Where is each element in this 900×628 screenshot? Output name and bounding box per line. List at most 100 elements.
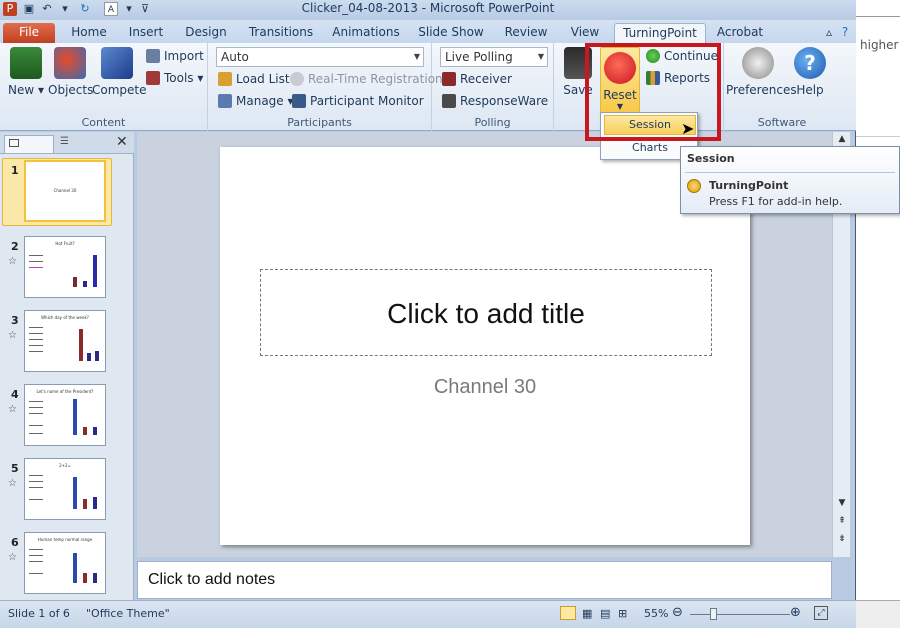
- slides-icon: [9, 139, 19, 147]
- tab-animations[interactable]: Animations: [330, 23, 402, 43]
- tab-slide-show[interactable]: Slide Show: [416, 23, 486, 43]
- close-pane-icon[interactable]: ✕: [116, 134, 128, 150]
- powerpoint-window: P ▣ ↶ ▾ ↻ A ▾ ⊽ Clicker_04-08-2013 - Mic…: [0, 0, 856, 628]
- previous-slide-icon[interactable]: ⇞: [834, 514, 850, 528]
- import-icon: [146, 49, 160, 63]
- group-label-software: Software: [757, 116, 807, 129]
- outline-icon[interactable]: ☰: [60, 136, 69, 147]
- tab-transitions[interactable]: Transitions: [246, 23, 316, 43]
- slideshow-icon[interactable]: ⊞: [618, 607, 627, 620]
- group-content: New ▾ Objects Compete Import Tools ▾ Con…: [0, 43, 208, 131]
- load-list-button[interactable]: Load List: [218, 69, 290, 89]
- manage-icon: [218, 94, 232, 108]
- monitor-icon: [292, 94, 306, 108]
- minimize-ribbon-icon[interactable]: ▵: [822, 23, 836, 43]
- scroll-down-icon[interactable]: ▼: [834, 496, 850, 510]
- polling-mode-combo[interactable]: Live Polling ▼: [440, 47, 548, 67]
- group-participants: Auto ▼ Load List Real-Time Registration M…: [208, 43, 443, 131]
- current-slide: Click to add title Channel 30: [220, 147, 750, 545]
- scroll-up-icon[interactable]: ▲: [834, 132, 850, 146]
- turningpoint-icon: [687, 179, 701, 193]
- responseware-icon: [442, 94, 456, 108]
- load-list-icon: [218, 72, 232, 86]
- zoom-slider[interactable]: [690, 614, 790, 615]
- group-software: Preferences ? Help Software: [724, 43, 840, 131]
- animation-star-icon: ☆: [8, 552, 17, 563]
- tab-acrobat[interactable]: Acrobat: [712, 23, 768, 43]
- highlight-box: [585, 43, 721, 141]
- slide-thumbnail-4[interactable]: 4 ☆ Let's name of the President?: [0, 382, 134, 452]
- chevron-down-icon: ▼: [537, 52, 544, 61]
- gear-icon: [742, 47, 774, 79]
- receiver-button[interactable]: Receiver: [442, 69, 512, 89]
- group-label-polling: Polling: [474, 116, 511, 129]
- group-label-participants: Participants: [287, 116, 352, 129]
- help-icon[interactable]: ?: [838, 23, 852, 43]
- tab-slides[interactable]: [4, 135, 54, 153]
- preferences-button[interactable]: Preferences: [726, 47, 797, 97]
- notes-pane[interactable]: Click to add notes: [137, 561, 832, 599]
- title-placeholder[interactable]: Click to add title: [260, 269, 712, 356]
- session-tooltip: Session TurningPoint Press F1 for add-in…: [680, 146, 900, 214]
- realtime-registration-button[interactable]: Real-Time Registration: [290, 69, 443, 89]
- mouse-cursor-icon: ➤: [681, 119, 695, 138]
- receiver-icon: [442, 72, 456, 86]
- tab-review[interactable]: Review: [500, 23, 552, 43]
- fit-to-window-icon[interactable]: ⤢: [814, 606, 828, 620]
- objects-button[interactable]: Objects: [48, 47, 93, 97]
- slide-thumbnail-6[interactable]: 6 ☆ Human temp normal range: [0, 530, 134, 600]
- zoom-out-icon[interactable]: ⊖: [672, 605, 683, 620]
- tab-home[interactable]: Home: [68, 23, 110, 43]
- window-title: Clicker_04-08-2013 - Microsoft PowerPoin…: [301, 1, 555, 15]
- animation-star-icon: ☆: [8, 404, 17, 415]
- animation-star-icon: ☆: [8, 330, 17, 341]
- reading-view-icon[interactable]: ▤: [600, 607, 610, 620]
- participant-list-combo[interactable]: Auto ▼: [216, 47, 424, 67]
- question-mark-icon: ?: [794, 47, 826, 79]
- slide-thumbnail-2[interactable]: 2 ☆ Hot Fruit?: [0, 234, 134, 304]
- slide-thumbnail-3[interactable]: 3 ☆ Which day of the week?: [0, 308, 134, 378]
- slide-counter: Slide 1 of 6: [8, 607, 70, 620]
- objects-icon: [54, 47, 86, 79]
- normal-view-icon[interactable]: [560, 606, 576, 620]
- new-button[interactable]: New ▾: [4, 47, 48, 97]
- ribbon: New ▾ Objects Compete Import Tools ▾ Con…: [0, 43, 856, 131]
- theme-name: "Office Theme": [86, 607, 170, 620]
- slides-pane: ☰ ✕ 1 Channel 30 2 ☆ Hot Fruit? 3 ☆ Whic…: [0, 132, 134, 600]
- title-bar: P ▣ ↶ ▾ ↻ A ▾ ⊽ Clicker_04-08-2013 - Mic…: [0, 0, 856, 20]
- background-text: higher: [860, 38, 899, 52]
- slide-sorter-icon[interactable]: ▦: [582, 607, 592, 620]
- animation-star-icon: ☆: [8, 478, 17, 489]
- animation-star-icon: ☆: [8, 256, 17, 267]
- help-button[interactable]: ? Help: [790, 47, 830, 97]
- registration-icon: [290, 72, 304, 86]
- tab-design[interactable]: Design: [180, 23, 232, 43]
- tools-button[interactable]: Tools ▾: [146, 68, 203, 88]
- group-polling: Live Polling ▼ Receiver ResponseWare Poll…: [432, 43, 554, 131]
- manage-button[interactable]: Manage ▾: [218, 91, 294, 111]
- new-slide-icon: [10, 47, 42, 79]
- ribbon-tabs: File Home Insert Design Transitions Anim…: [0, 20, 856, 43]
- next-slide-icon[interactable]: ⇟: [834, 532, 850, 546]
- responseware-button[interactable]: ResponseWare: [442, 91, 548, 111]
- tools-icon: [146, 71, 160, 85]
- background-window: higher: [856, 0, 900, 628]
- tab-insert[interactable]: Insert: [124, 23, 168, 43]
- pane-tabs: ☰ ✕: [0, 132, 134, 154]
- zoom-level[interactable]: 55%: [644, 607, 668, 620]
- slide-thumbnail-1[interactable]: 1 Channel 30: [0, 158, 134, 228]
- chevron-down-icon: ▼: [413, 52, 420, 61]
- compete-button[interactable]: Compete: [92, 47, 147, 97]
- tab-file[interactable]: File: [3, 23, 55, 43]
- compete-icon: [101, 47, 133, 79]
- zoom-in-icon[interactable]: ⊕: [790, 605, 801, 620]
- tab-view[interactable]: View: [564, 23, 606, 43]
- tab-turningpoint[interactable]: TurningPoint: [614, 23, 706, 43]
- slide-subtitle[interactable]: Channel 30: [220, 376, 750, 399]
- group-label-content: Content: [81, 116, 126, 129]
- import-button[interactable]: Import: [146, 46, 204, 66]
- zoom-slider-thumb[interactable]: [710, 608, 717, 620]
- participant-monitor-button[interactable]: Participant Monitor: [292, 91, 424, 111]
- slide-thumbnail-5[interactable]: 5 ☆ 2+2=: [0, 456, 134, 526]
- status-bar: Slide 1 of 6 "Office Theme" ▦ ▤ ⊞ 55% ⊖ …: [0, 600, 856, 628]
